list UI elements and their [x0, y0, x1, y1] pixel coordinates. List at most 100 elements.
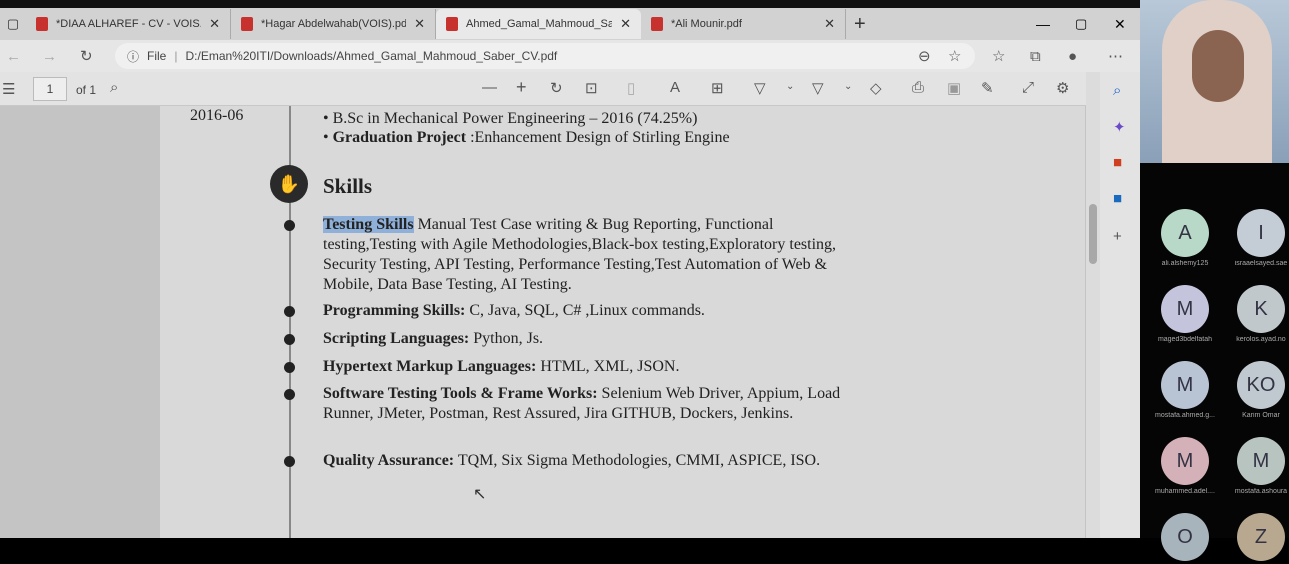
education-item: • B.Sc in Mechanical Power Engineering –… [323, 110, 698, 127]
close-icon[interactable]: ✕ [620, 16, 631, 32]
avatar: Z [1237, 513, 1285, 561]
pdf-viewport: 2016-06 • B.Sc in Mechanical Power Engin… [0, 106, 1100, 538]
tab-actions-icon[interactable]: ▢ [0, 16, 26, 32]
participant-tile[interactable]: Z [1224, 513, 1289, 564]
tab-3[interactable]: *Ali Mounir.pdf ✕ [641, 9, 846, 39]
search-icon[interactable]: ⌕ [110, 79, 118, 96]
bullet [284, 456, 295, 467]
draw-icon[interactable]: ▽ [754, 79, 766, 97]
highlight-icon[interactable]: ▽ [812, 79, 824, 97]
tab-title: Ahmed_Gamal_Mahmoud_Saber_CV.pdf [466, 18, 613, 30]
participant-tile[interactable]: Mmaged3bdelfatah [1148, 285, 1222, 343]
address-bar-row: ← → ↻ ⓘ File | D:/Eman%20ITI/Downloads/A… [0, 40, 1140, 72]
tab-2[interactable]: Ahmed_Gamal_Mahmoud_Saber_CV.pdf ✕ [436, 9, 641, 39]
vertical-scrollbar[interactable] [1086, 72, 1100, 538]
presenter-video [1140, 0, 1289, 163]
avatar: A [1161, 209, 1209, 257]
rotate-icon[interactable]: ↻ [550, 79, 563, 97]
office-icon[interactable]: ■ [1113, 154, 1122, 171]
tab-1[interactable]: *Hagar Abdelwahab(VOIS).pdf ✕ [231, 9, 436, 39]
scrollbar-thumb[interactable] [1089, 204, 1097, 264]
zoom-icon[interactable]: ⊖ [918, 47, 931, 65]
pdf-icon [651, 17, 663, 31]
copilot-icon[interactable]: ✦ [1113, 118, 1126, 136]
bullet [284, 389, 295, 400]
settings-icon[interactable]: ⚙ [1056, 79, 1069, 97]
text-icon[interactable]: ⊞ [711, 79, 724, 97]
tab-title: *Hagar Abdelwahab(VOIS).pdf [261, 18, 407, 30]
participant-tile[interactable]: Mmuhammed.adel.... [1148, 437, 1222, 495]
save-as-icon[interactable]: ✎ [981, 79, 994, 97]
fullscreen-icon[interactable]: ⤢ [1022, 79, 1034, 96]
close-window-button[interactable]: ✕ [1114, 16, 1126, 33]
zoom-in-icon[interactable]: + [516, 77, 527, 98]
fit-page-icon[interactable]: ⊡ [585, 79, 598, 97]
read-aloud-icon[interactable]: A [670, 79, 680, 96]
page-view-icon[interactable]: ▯ [627, 79, 635, 97]
favorites-icon[interactable]: ☆ [992, 47, 1005, 65]
back-icon[interactable]: ← [6, 48, 21, 65]
skill-item: Programming Skills: C, Java, SQL, C# ,Li… [323, 302, 705, 319]
participant-tile[interactable]: O [1148, 513, 1222, 564]
pdf-icon [446, 17, 458, 31]
avatar: K [1237, 285, 1285, 333]
mouse-cursor-icon: ↖ [473, 486, 487, 503]
maximize-button[interactable]: ▢ [1075, 16, 1087, 32]
avatar: KO [1237, 361, 1285, 409]
new-tab-button[interactable]: + [854, 13, 866, 36]
outlook-icon[interactable]: ■ [1113, 190, 1122, 207]
add-icon[interactable]: + [1113, 228, 1122, 245]
tab-0[interactable]: *DIAA ALHAREF - CV - VOIS.pdf ✕ [26, 9, 231, 39]
pdf-icon [241, 17, 253, 31]
contents-icon[interactable]: ☰ [2, 80, 15, 98]
address-input[interactable]: ⓘ File | D:/Eman%20ITI/Downloads/Ahmed_G… [115, 43, 975, 69]
profile-icon[interactable]: ● [1068, 48, 1077, 65]
more-icon[interactable]: ⋯ [1108, 47, 1123, 65]
eraser-icon[interactable]: ◇ [870, 79, 882, 97]
pdf-icon [36, 17, 48, 31]
participant-tile[interactable]: Kkerolos.ayad.no [1224, 285, 1289, 343]
info-icon: ⓘ [127, 49, 140, 64]
forward-icon[interactable]: → [42, 48, 57, 65]
participant-name: Karim Omar [1242, 412, 1280, 419]
favorite-add-icon[interactable]: ☆ [948, 47, 961, 65]
page-count: of 1 [76, 83, 97, 97]
bullet [284, 220, 295, 231]
participant-tile[interactable]: Mmostafa.ashoura [1224, 437, 1289, 495]
avatar: M [1161, 437, 1209, 485]
participant-name: israaelsayed.sae [1234, 260, 1288, 267]
save-icon[interactable]: ▣ [947, 79, 961, 97]
zoom-out-icon[interactable]: — [482, 79, 497, 96]
minimize-button[interactable]: — [1036, 16, 1050, 32]
close-icon[interactable]: ✕ [209, 16, 220, 32]
education-date: 2016-06 [190, 107, 244, 124]
page-number-input[interactable]: 1 [33, 77, 67, 101]
title-strip [0, 0, 1140, 8]
collections-icon[interactable]: ⧉ [1030, 48, 1041, 65]
tab-bar: ▢ *DIAA ALHAREF - CV - VOIS.pdf ✕ *Hagar … [0, 8, 1140, 40]
skill-item: Scripting Languages: Python, Js. [323, 330, 544, 347]
skill-item: Software Testing Tools & Frame Works: Se… [323, 385, 841, 422]
chevron-down-icon[interactable]: ⌄ [844, 81, 852, 92]
participant-tile[interactable]: Mmostafa.ahmed.g... [1148, 361, 1222, 419]
close-icon[interactable]: ✕ [414, 16, 425, 32]
skill-item: Testing Skills Manual Test Case writing … [323, 216, 837, 293]
tab-title: *DIAA ALHAREF - CV - VOIS.pdf [56, 18, 201, 30]
participant-tile[interactable]: KO Karim Omar [1224, 361, 1289, 419]
url-scheme: File [147, 49, 167, 63]
avatar: I [1237, 209, 1285, 257]
skill-item: Hypertext Markup Languages: HTML, XML, J… [323, 358, 680, 375]
refresh-icon[interactable]: ↻ [80, 47, 93, 65]
avatar: O [1161, 513, 1209, 561]
participant-tile[interactable]: Iisraaelsayed.sae [1224, 209, 1289, 267]
participant-name: mostafa.ahmed.g... [1155, 412, 1215, 419]
participant-tile[interactable]: Aali.alshemy125 [1148, 209, 1222, 267]
close-icon[interactable]: ✕ [824, 16, 835, 32]
chevron-down-icon[interactable]: ⌄ [786, 81, 794, 92]
skill-item: Quality Assurance: TQM, Six Sigma Method… [323, 452, 821, 469]
print-icon[interactable]: ⎙ [912, 79, 924, 96]
presenter-face [1192, 30, 1244, 102]
section-heading-skills: Skills [323, 174, 373, 198]
avatar: M [1237, 437, 1285, 485]
search-icon[interactable]: ⌕ [1113, 82, 1121, 99]
